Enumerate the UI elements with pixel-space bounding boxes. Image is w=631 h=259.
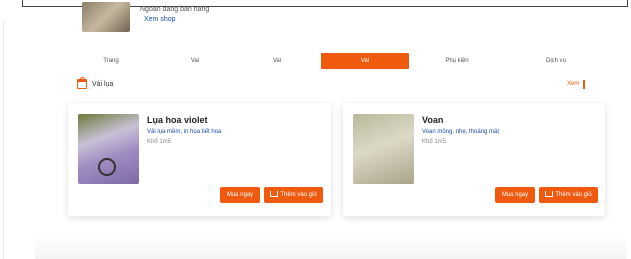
add-to-cart-button[interactable]: Thêm vào giỏ [539, 187, 598, 203]
product-card[interactable]: Lụa hoa violet Vải lụa mềm, in họa tiết … [68, 103, 331, 216]
buy-now-label: Mua ngay [501, 192, 529, 198]
cart-icon [270, 191, 279, 198]
product-detail: Khổ 1m5 [422, 139, 447, 145]
product-detail: Khổ 1m5 [147, 139, 172, 145]
buy-now-button[interactable]: Mua ngay [220, 187, 260, 203]
section-header: Vải lụa [77, 77, 113, 91]
product-image[interactable] [353, 114, 414, 184]
add-to-cart-label: Thêm vào giỏ [280, 192, 317, 198]
product-description: Voan mỏng, nhẹ, thoáng mát [422, 129, 500, 135]
tab-6[interactable]: Dịch vụ [520, 53, 592, 69]
shop-thumbnail[interactable] [82, 2, 130, 32]
tab-1[interactable]: Trang [80, 53, 142, 69]
left-divider [3, 22, 4, 259]
footer-area [35, 235, 626, 259]
shopping-bag-icon [77, 77, 87, 89]
shop-name: Ngoan dang ban hang [140, 6, 210, 13]
category-tabs: Trang Vai Vai Vai Phụ kiện Dịch vụ [80, 53, 612, 69]
buy-now-button[interactable]: Mua ngay [495, 187, 535, 203]
buy-now-label: Mua ngay [226, 192, 254, 198]
add-to-cart-button[interactable]: Thêm vào giỏ [264, 187, 323, 203]
view-more-link[interactable]: Xem [567, 80, 586, 89]
add-to-cart-label: Thêm vào giỏ [555, 192, 592, 198]
product-title[interactable]: Lụa hoa violet [147, 115, 208, 125]
product-image[interactable] [78, 114, 139, 184]
cart-icon [545, 191, 554, 198]
tab-4-active[interactable]: Vai [321, 53, 409, 69]
product-description: Vải lụa mềm, in họa tiết hoa [147, 129, 222, 135]
tab-5[interactable]: Phụ kiện [426, 53, 488, 69]
product-card[interactable]: Voan Voan mỏng, nhẹ, thoáng mát Khổ 1m5 … [343, 103, 605, 216]
section-title: Vải lụa [92, 80, 114, 88]
tab-3[interactable]: Vai [246, 53, 308, 69]
tab-2[interactable]: Vai [164, 53, 226, 69]
shop-link[interactable]: Xem shop [144, 16, 176, 23]
product-title[interactable]: Voan [422, 115, 443, 125]
